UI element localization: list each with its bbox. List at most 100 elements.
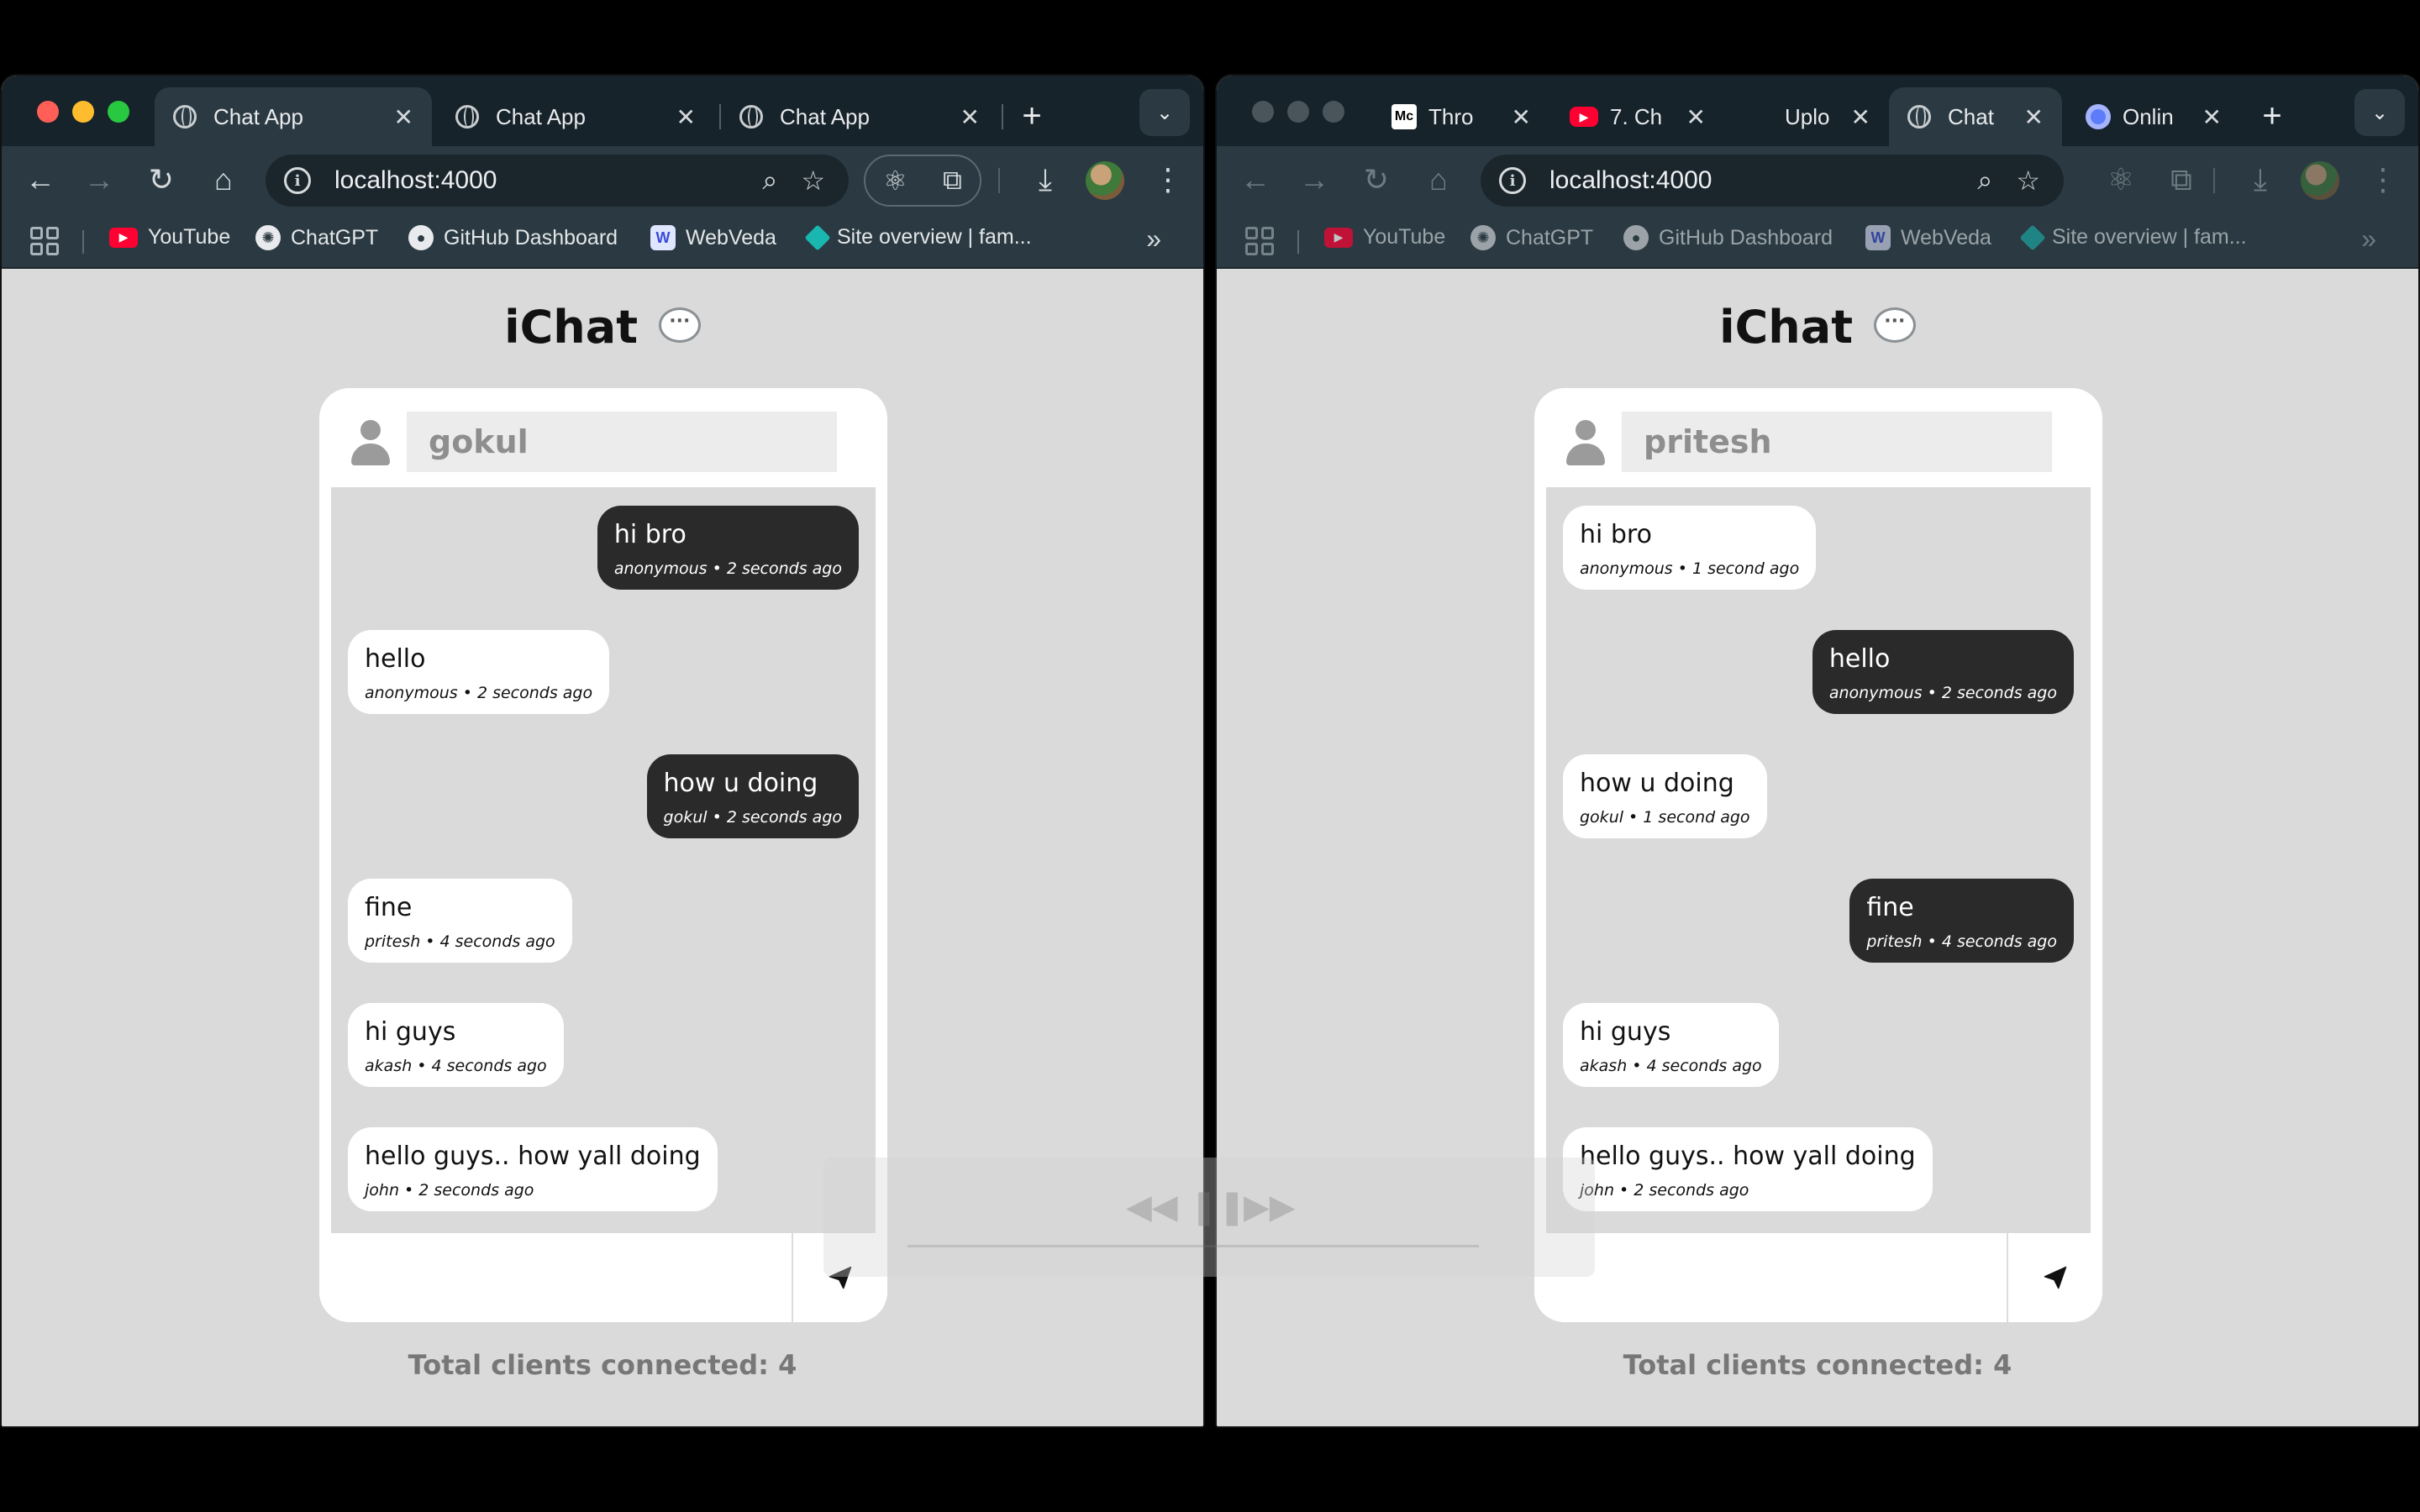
message-meta: gokul • 1 second ago: [1580, 808, 1750, 827]
back-arrow-icon[interactable]: ←: [1234, 158, 1277, 202]
message-meta: akash • 4 seconds ago: [1580, 1057, 1762, 1075]
tab-chat-app-3[interactable]: Chat App ✕: [721, 87, 998, 146]
tab-title: Chat App: [780, 103, 870, 129]
reload-icon[interactable]: ↻: [139, 158, 183, 202]
new-tab-plus-icon[interactable]: +: [1007, 91, 1057, 141]
bookmark-webveda[interactable]: W WebVeda: [1865, 225, 1991, 250]
reload-icon[interactable]: ↻: [1355, 158, 1398, 202]
desktop-background: [0, 1428, 2420, 1512]
profile-avatar[interactable]: [2301, 161, 2339, 200]
bookmark-star-icon[interactable]: ☆: [801, 165, 825, 197]
bookmark-youtube[interactable]: ▶ YouTube: [1324, 225, 1445, 249]
bookmark-label: GitHub Dashboard: [444, 225, 618, 249]
bookmark-chatgpt[interactable]: ✺ ChatGPT: [1470, 225, 1593, 250]
minimize-window-button[interactable]: [1287, 101, 1309, 123]
extensions-puzzle-icon[interactable]: ⧉: [943, 165, 962, 197]
fast-forward-icon: ▶▶: [1244, 1189, 1296, 1226]
message-text: hi guys: [1580, 1017, 1671, 1047]
tab-upload[interactable]: Uplo ✕: [1738, 87, 1889, 146]
tab-search-chevron-icon[interactable]: ⌄: [1139, 89, 1190, 136]
tab-title: Chat App: [213, 103, 303, 129]
message-text: fine: [1866, 893, 1914, 922]
tab-chat-app-1[interactable]: Chat App ✕: [155, 87, 432, 146]
apps-grid-icon[interactable]: [30, 227, 59, 255]
home-icon[interactable]: ⌂: [1417, 158, 1460, 202]
send-paper-plane-icon: [2044, 1266, 2067, 1289]
globe-icon: [173, 105, 197, 129]
maximize-window-button[interactable]: [1323, 101, 1344, 123]
tab-close-icon[interactable]: ✕: [960, 103, 980, 131]
maximize-window-button[interactable]: [108, 101, 129, 123]
tab-title: Onlin: [2123, 103, 2174, 129]
send-button[interactable]: [2008, 1233, 2102, 1322]
name-input[interactable]: pritesh: [1622, 412, 2052, 472]
tab-throttle[interactable]: Mc Thro ✕: [1373, 87, 1549, 146]
extensions-puzzle-icon[interactable]: ⧉: [2160, 158, 2203, 202]
tab-title: Chat App: [496, 103, 586, 129]
tab-close-icon[interactable]: ✕: [2202, 103, 2222, 131]
tab-close-icon[interactable]: ✕: [1851, 103, 1870, 131]
bookmark-site-overview[interactable]: Site overview | fam...: [2019, 223, 2247, 251]
chatgpt-icon: ✺: [1470, 225, 1496, 250]
bookmarks-bar: ▶ YouTube ✺ ChatGPT ● GitHub Dashboard W…: [2, 213, 1203, 269]
tab-chat-app-2[interactable]: Chat App ✕: [437, 87, 714, 146]
pause-icon: ❚❚: [1190, 1189, 1247, 1226]
message-bubble: hello guys.. how yall doing john • 2 sec…: [1563, 1127, 1933, 1211]
clients-connected: Total clients connected: 4: [408, 1349, 797, 1381]
address-bar[interactable]: i localhost:4000 ⌕ ☆: [266, 155, 849, 207]
address-bar[interactable]: i localhost:4000 ⌕ ☆: [1481, 155, 2064, 207]
home-icon[interactable]: ⌂: [202, 158, 245, 202]
tab-chat-active[interactable]: Chat ✕: [1889, 87, 2062, 146]
close-window-button[interactable]: [37, 101, 59, 123]
bookmarks-overflow-icon[interactable]: »: [1146, 223, 1161, 255]
bookmark-webveda[interactable]: W WebVeda: [650, 225, 776, 250]
tab-close-icon[interactable]: ✕: [1512, 103, 1531, 131]
bookmark-label: WebVeda: [1901, 225, 1991, 249]
forward-arrow-icon[interactable]: →: [77, 158, 121, 202]
download-icon[interactable]: ⤓: [2238, 158, 2282, 202]
message-text: how u doing: [663, 769, 818, 798]
message-input[interactable]: [1534, 1233, 2008, 1322]
react-devtools-icon[interactable]: ⚛: [883, 165, 908, 197]
new-tab-plus-icon[interactable]: +: [2247, 91, 2297, 141]
download-icon[interactable]: ⤓: [1023, 158, 1067, 202]
profile-avatar[interactable]: [1086, 161, 1124, 200]
message-bubble: hi bro anonymous • 2 seconds ago: [597, 506, 859, 590]
zoom-icon[interactable]: ⌕: [762, 165, 777, 197]
bookmark-star-icon[interactable]: ☆: [2016, 165, 2040, 197]
message-bubble: fine pritesh • 4 seconds ago: [1849, 879, 2074, 963]
page-title: iChat ···: [2, 301, 1203, 354]
react-devtools-icon[interactable]: ⚛: [2099, 158, 2143, 202]
forward-arrow-icon[interactable]: →: [1292, 158, 1336, 202]
bookmark-youtube[interactable]: ▶ YouTube: [109, 225, 230, 249]
more-menu-icon[interactable]: ⋮: [2361, 158, 2405, 202]
tab-online[interactable]: Onlin ✕: [2067, 87, 2240, 146]
tab-search-chevron-icon[interactable]: ⌄: [2354, 89, 2405, 136]
back-arrow-icon[interactable]: ←: [18, 158, 62, 202]
tab-close-icon[interactable]: ✕: [2024, 103, 2044, 131]
zoom-icon[interactable]: ⌕: [1977, 165, 1992, 197]
message-text: hello guys.. how yall doing: [365, 1142, 701, 1171]
more-menu-icon[interactable]: ⋮: [1146, 158, 1190, 202]
site-info-icon[interactable]: i: [284, 167, 311, 194]
tab-close-icon[interactable]: ✕: [394, 103, 413, 131]
address-url: localhost:4000: [1549, 166, 1712, 194]
bookmark-site-overview[interactable]: Site overview | fam...: [804, 223, 1032, 251]
apps-grid-icon[interactable]: [1245, 227, 1274, 255]
bookmark-chatgpt[interactable]: ✺ ChatGPT: [255, 225, 378, 250]
minimize-window-button[interactable]: [72, 101, 94, 123]
message-text: hello guys.. how yall doing: [1580, 1142, 1916, 1171]
close-window-button[interactable]: [1252, 101, 1274, 123]
tab-close-icon[interactable]: ✕: [676, 103, 696, 131]
bookmark-github-dashboard[interactable]: ● GitHub Dashboard: [1623, 225, 1833, 250]
message-meta: anonymous • 2 seconds ago: [613, 559, 842, 578]
message-input[interactable]: [319, 1233, 793, 1322]
bookmarks-overflow-icon[interactable]: »: [2361, 223, 2376, 255]
tab-close-icon[interactable]: ✕: [1686, 103, 1706, 131]
toolbar-separator: [2213, 168, 2215, 193]
webveda-icon: W: [1865, 225, 1891, 250]
bookmark-github-dashboard[interactable]: ● GitHub Dashboard: [408, 225, 618, 250]
name-input[interactable]: gokul: [407, 412, 837, 472]
site-info-icon[interactable]: i: [1499, 167, 1526, 194]
tab-youtube-video[interactable]: ▶ 7. Ch ✕: [1551, 87, 1724, 146]
